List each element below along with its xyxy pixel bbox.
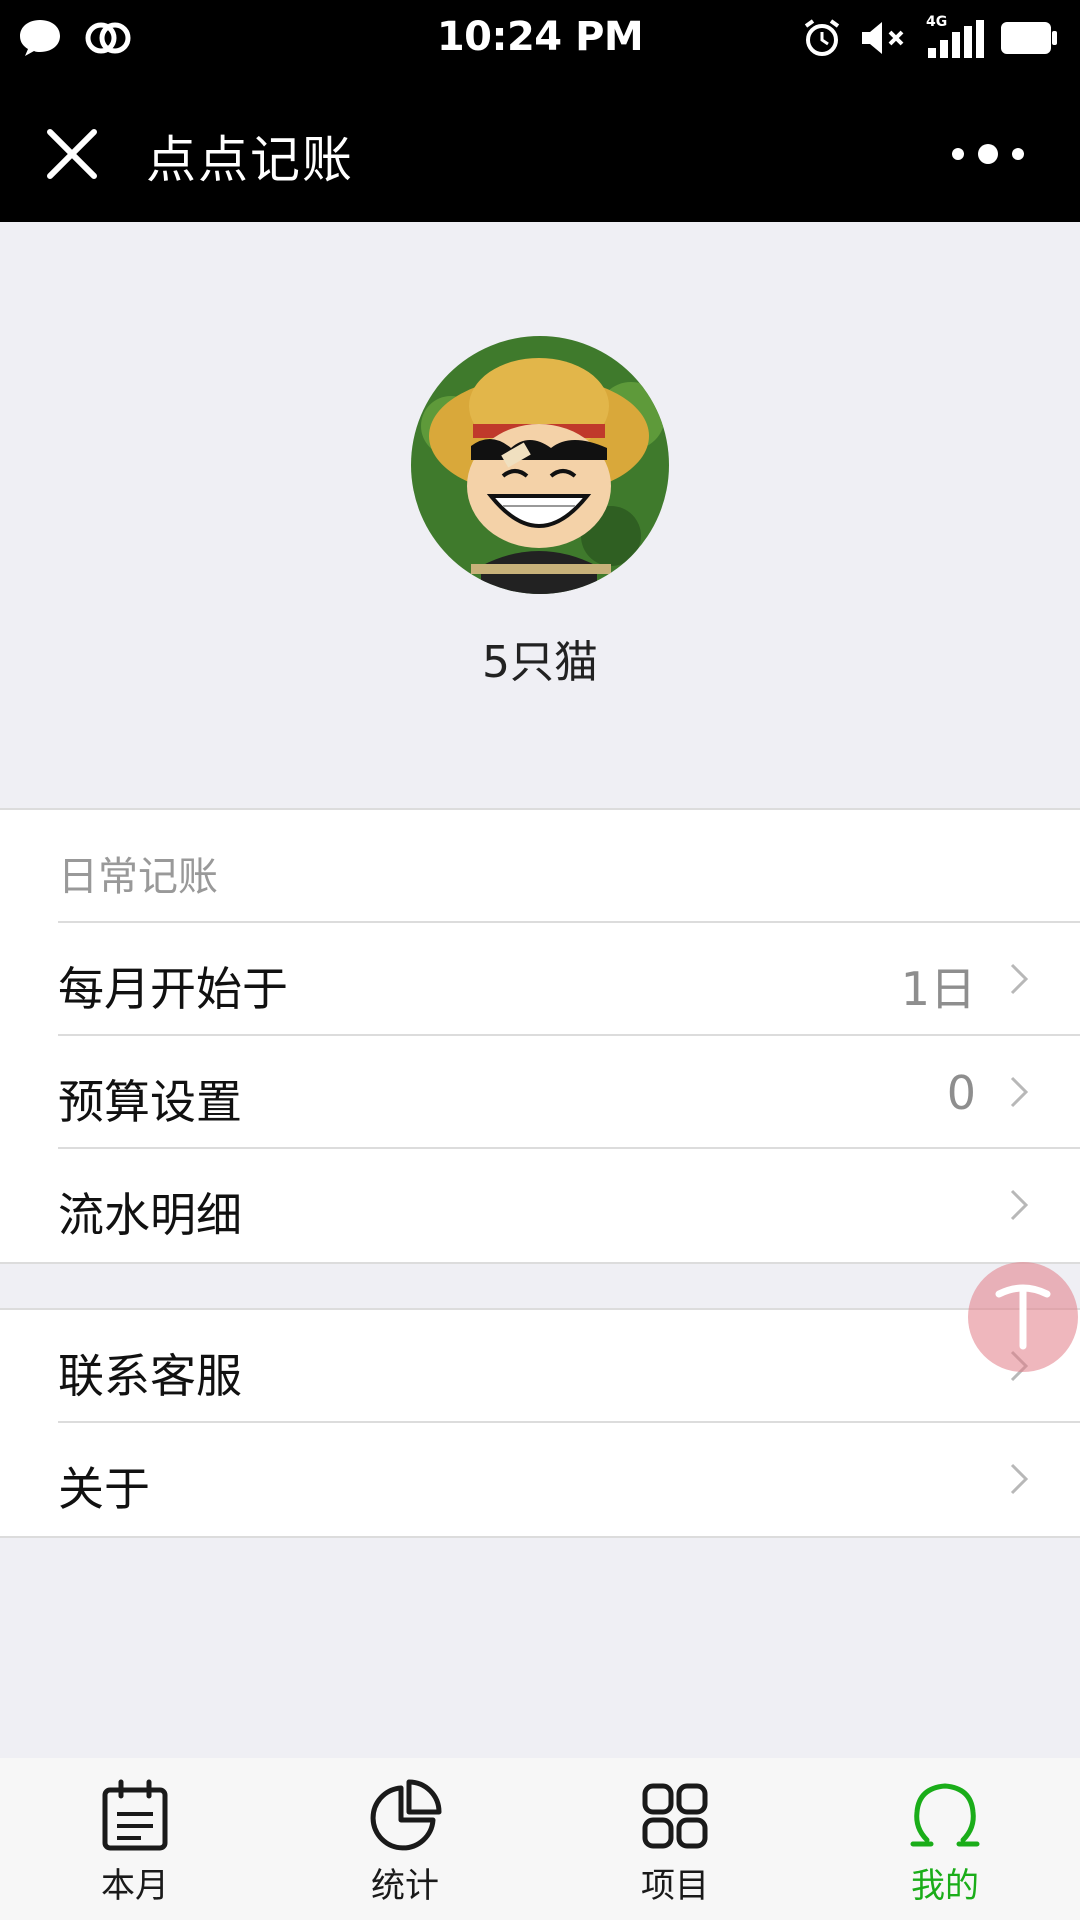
chevron-right-icon	[1010, 1189, 1029, 1221]
tab-label: 统计	[371, 1866, 439, 1906]
avatar[interactable]	[411, 336, 669, 594]
more-options-icon[interactable]	[938, 136, 1038, 172]
mute-icon	[862, 22, 904, 54]
bottom-tab-bar: 本月 统计 项目 我的	[0, 1758, 1080, 1920]
close-icon[interactable]	[44, 126, 100, 182]
section-header: 日常记账	[58, 810, 1080, 923]
status-right-icons: 4G	[802, 14, 1058, 58]
navigation-bar: 点点记账	[0, 80, 1080, 222]
avatar-image	[411, 336, 669, 594]
status-bar: 10:24 PM 4G	[0, 0, 1080, 80]
tab-mine[interactable]: 我的	[810, 1758, 1080, 1920]
row-label: 联系客服	[58, 1349, 242, 1403]
bookkeeping-settings-group: 日常记账 每月开始于 1日 预算设置 0 流水明细	[0, 808, 1080, 1264]
section-title: 日常记账	[58, 854, 218, 900]
tab-label: 我的	[911, 1866, 979, 1906]
user-name: 5只猫	[482, 637, 598, 688]
chevron-right-icon	[1010, 1076, 1029, 1108]
chevron-right-icon	[1010, 963, 1029, 995]
row-label: 流水明细	[58, 1188, 242, 1242]
page-title: 点点记账	[146, 131, 354, 189]
row-value: 0	[946, 1066, 976, 1120]
month-start-row[interactable]: 每月开始于 1日	[58, 923, 1080, 1036]
budget-settings-row[interactable]: 预算设置 0	[58, 1036, 1080, 1149]
alarm-icon	[804, 19, 840, 56]
profile-header: 5只猫	[0, 222, 1080, 808]
contact-support-row[interactable]: 联系客服	[58, 1310, 1080, 1423]
support-group: 联系客服 关于	[0, 1308, 1080, 1538]
tab-projects[interactable]: 项目	[540, 1758, 810, 1920]
row-label: 预算设置	[58, 1075, 242, 1129]
tab-statistics[interactable]: 统计	[270, 1758, 540, 1920]
about-row[interactable]: 关于	[58, 1423, 1080, 1536]
chevron-right-icon	[1010, 1463, 1029, 1495]
grid-icon	[642, 1783, 708, 1849]
row-label: 关于	[58, 1462, 150, 1516]
t-icon	[995, 1284, 1051, 1350]
tab-label: 项目	[641, 1866, 709, 1906]
row-label: 每月开始于	[58, 962, 288, 1016]
signal-bars-icon	[928, 20, 984, 58]
transaction-details-row[interactable]: 流水明细	[58, 1149, 1080, 1262]
calendar-icon	[102, 1779, 168, 1851]
signal-indicator: 4G	[926, 14, 984, 58]
user-icon	[910, 1783, 980, 1847]
floating-action-button[interactable]	[968, 1262, 1078, 1372]
pie-chart-icon	[370, 1779, 442, 1851]
row-value: 1日	[900, 962, 976, 1016]
tab-this-month[interactable]: 本月	[0, 1758, 270, 1920]
tab-label: 本月	[101, 1866, 169, 1906]
battery-icon	[1001, 22, 1057, 54]
